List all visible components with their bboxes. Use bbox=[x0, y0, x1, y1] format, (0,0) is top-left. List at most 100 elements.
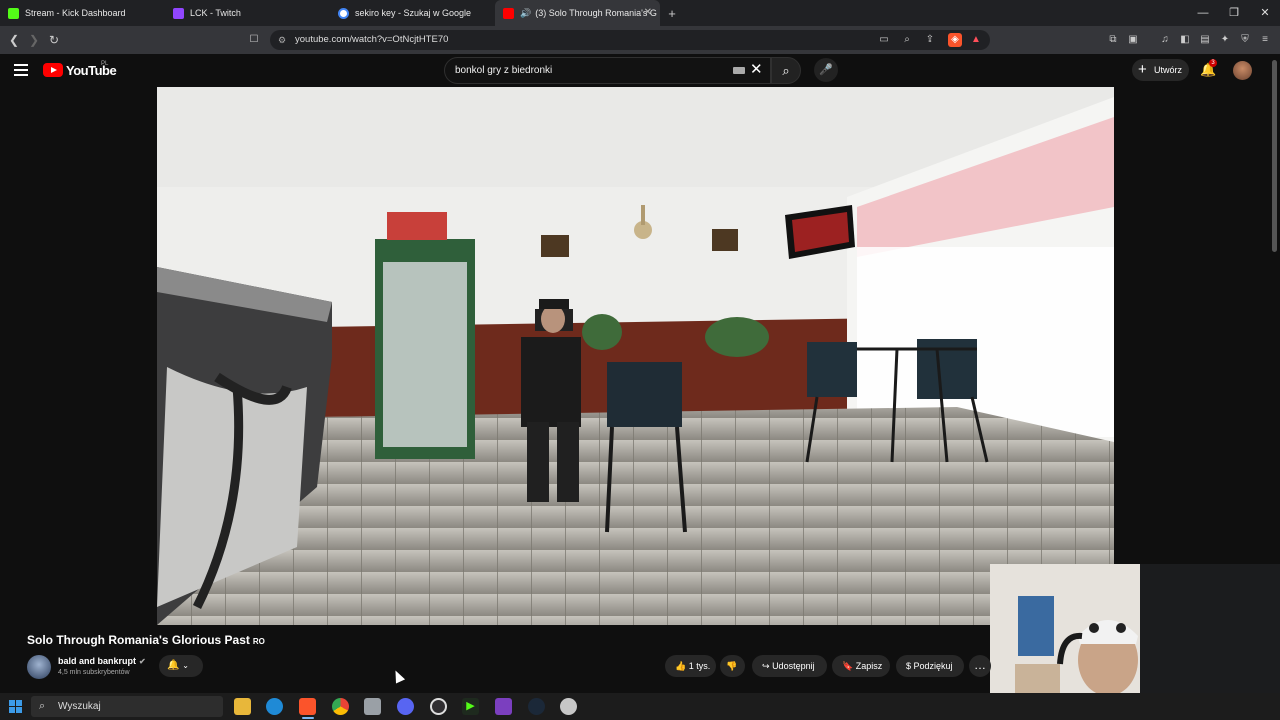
kick-favicon-icon bbox=[8, 7, 19, 19]
restore-icon[interactable]: ❐ bbox=[1219, 0, 1249, 26]
browser-menu-icon[interactable]: ≡ bbox=[1258, 33, 1272, 47]
more-actions-icon[interactable]: … bbox=[969, 655, 991, 677]
chevron-down-icon: ⌄ bbox=[182, 661, 189, 670]
hamburger-menu-icon[interactable] bbox=[14, 64, 28, 76]
taskbar-search-input[interactable]: ⌕ Wyszukaj bbox=[31, 696, 223, 717]
channel-name-text[interactable]: bald and bankrupt bbox=[58, 656, 136, 666]
close-window-icon[interactable]: ✕ bbox=[1250, 0, 1280, 26]
obs-icon[interactable] bbox=[430, 698, 447, 715]
windows-taskbar: ⌕ Wyszukaj ▶ bbox=[0, 693, 1280, 720]
keyboard-icon[interactable] bbox=[733, 67, 745, 74]
youtube-favicon-icon bbox=[503, 7, 514, 19]
google-favicon-icon bbox=[338, 7, 349, 19]
save-label: Zapisz bbox=[855, 661, 883, 671]
tab-title: sekiro key - Szukaj w Google bbox=[355, 8, 472, 18]
save-button[interactable]: 🔖 Zapisz bbox=[832, 655, 890, 677]
bookmark-icon[interactable]: ☐ bbox=[247, 33, 261, 47]
speaker-icon: 🔊 bbox=[520, 7, 532, 18]
zoom-icon[interactable]: ⌕ bbox=[900, 33, 914, 47]
cast-icon[interactable]: ▭ bbox=[877, 33, 891, 47]
steam-icon[interactable] bbox=[528, 698, 545, 715]
file-explorer-icon[interactable] bbox=[234, 698, 251, 715]
twitch-favicon-icon bbox=[173, 7, 184, 19]
like-button[interactable]: 👍 1 tys. bbox=[665, 655, 716, 677]
search-button[interactable]: ⌕ bbox=[771, 57, 801, 84]
taskbar-search-placeholder: Wyszukaj bbox=[58, 701, 101, 712]
subscriber-count: 4,5 mln subskrybentów bbox=[58, 669, 130, 676]
game-launcher-icon[interactable] bbox=[560, 698, 577, 715]
voice-search-icon[interactable]: 🎤 bbox=[814, 58, 838, 82]
share-page-icon[interactable]: ⇪ bbox=[923, 33, 937, 47]
share-label: Udostępnij bbox=[772, 661, 815, 671]
plus-icon: + bbox=[1138, 61, 1147, 78]
active-app-indicator bbox=[302, 717, 314, 719]
mouse-cursor-icon bbox=[390, 668, 406, 684]
create-label: Utwórz bbox=[1154, 65, 1183, 75]
search-input[interactable]: bonkol gry z biedronki bbox=[444, 57, 771, 84]
video-title: Solo Through Romania's Glorious Past RO bbox=[27, 633, 265, 647]
tab-title: Stream - Kick Dashboard bbox=[25, 8, 126, 18]
site-info-icon[interactable]: ⚙ bbox=[278, 30, 286, 50]
search-icon: ⌕ bbox=[782, 63, 790, 78]
bell-icon: 🔔 bbox=[167, 660, 180, 671]
wallet-icon[interactable]: ▤ bbox=[1198, 33, 1212, 47]
reload-icon[interactable]: ↻ bbox=[44, 33, 64, 47]
share-icon: ↪ bbox=[762, 661, 770, 671]
streaming-app-icon[interactable]: ▶ bbox=[462, 698, 479, 715]
extensions-icon[interactable]: ⧉ bbox=[1106, 33, 1120, 47]
subscription-bell-button[interactable]: 🔔 ⌄ bbox=[159, 655, 203, 677]
brave-shield-icon[interactable]: ◈ bbox=[948, 33, 962, 47]
minimize-icon[interactable]: — bbox=[1188, 0, 1218, 26]
title-flag: RO bbox=[252, 637, 265, 646]
browser-toolbar: ❮ ❯ ↻ ☐ ⚙ youtube.com/watch?v=OtNcjtHTE7… bbox=[0, 26, 1280, 54]
forward-icon[interactable]: ❯ bbox=[24, 33, 44, 47]
search-icon: ⌕ bbox=[39, 700, 46, 712]
stream-tool-icon[interactable] bbox=[495, 698, 512, 715]
back-icon[interactable]: ❮ bbox=[4, 33, 24, 47]
close-tab-icon[interactable]: ✕ bbox=[644, 7, 652, 18]
thumbs-up-icon: 👍 bbox=[675, 661, 687, 671]
youtube-logo-text[interactable]: YouTube bbox=[66, 63, 117, 78]
share-button[interactable]: ↪ Udostępnij bbox=[752, 655, 827, 677]
vpn-icon[interactable]: ⛨ bbox=[1238, 33, 1252, 47]
tab-title: LCK - Twitch bbox=[190, 8, 241, 18]
thumbs-down-icon: 👎 bbox=[726, 661, 738, 671]
youtube-logo-icon[interactable] bbox=[43, 63, 63, 77]
thanks-label: Podziękuj bbox=[913, 661, 953, 671]
tab-kick[interactable]: Stream - Kick Dashboard bbox=[0, 0, 165, 26]
screenshot-icon[interactable]: ▣ bbox=[1126, 33, 1140, 47]
channel-name[interactable]: bald and bankrupt ✔ bbox=[58, 656, 146, 666]
create-button[interactable]: + Utwórz bbox=[1132, 59, 1189, 81]
thanks-button[interactable]: $ Podziękuj bbox=[896, 655, 964, 677]
youtube-header: YouTube PL bonkol gry z biedronki ✕ ⌕ 🎤 … bbox=[0, 54, 1280, 87]
notification-badge: 3 bbox=[1209, 59, 1217, 67]
tab-google[interactable]: sekiro key - Szukaj w Google bbox=[330, 0, 495, 26]
chrome-icon[interactable] bbox=[332, 698, 349, 715]
tab-twitch[interactable]: LCK - Twitch bbox=[165, 0, 330, 26]
app-icon[interactable] bbox=[364, 698, 381, 715]
video-title-text: Solo Through Romania's Glorious Past bbox=[27, 633, 250, 647]
page-scrollbar[interactable] bbox=[1272, 60, 1277, 252]
like-count: 1 tys. bbox=[688, 661, 711, 671]
account-avatar[interactable] bbox=[1233, 61, 1252, 80]
tab-youtube[interactable]: 🔊 (3) Solo Through Romania's G ✕ bbox=[495, 0, 660, 26]
save-icon: 🔖 bbox=[842, 661, 854, 671]
sidebar-icon[interactable]: ◧ bbox=[1178, 33, 1192, 47]
media-icon[interactable]: ♫ bbox=[1158, 33, 1172, 47]
leo-ai-icon[interactable]: ✦ bbox=[1218, 33, 1232, 47]
clear-search-icon[interactable]: ✕ bbox=[750, 60, 763, 78]
dislike-button[interactable]: 👎 bbox=[720, 655, 745, 677]
browser-tab-strip: Stream - Kick Dashboard LCK - Twitch sek… bbox=[0, 0, 1280, 26]
video-frame bbox=[157, 87, 1114, 625]
video-player[interactable] bbox=[157, 87, 1114, 625]
url-text: youtube.com/watch?v=OtNcjtHTE70 bbox=[295, 34, 449, 45]
discord-icon[interactable] bbox=[397, 698, 414, 715]
brave-rewards-icon[interactable]: ▲ bbox=[969, 33, 983, 47]
new-tab-button[interactable]: + bbox=[660, 6, 684, 21]
edge-icon[interactable] bbox=[266, 698, 283, 715]
thanks-icon: $ bbox=[906, 661, 912, 671]
channel-avatar[interactable] bbox=[27, 655, 51, 679]
tab-title: (3) Solo Through Romania's G bbox=[535, 8, 657, 18]
windows-start-icon[interactable] bbox=[9, 700, 22, 713]
brave-icon[interactable] bbox=[299, 698, 316, 715]
